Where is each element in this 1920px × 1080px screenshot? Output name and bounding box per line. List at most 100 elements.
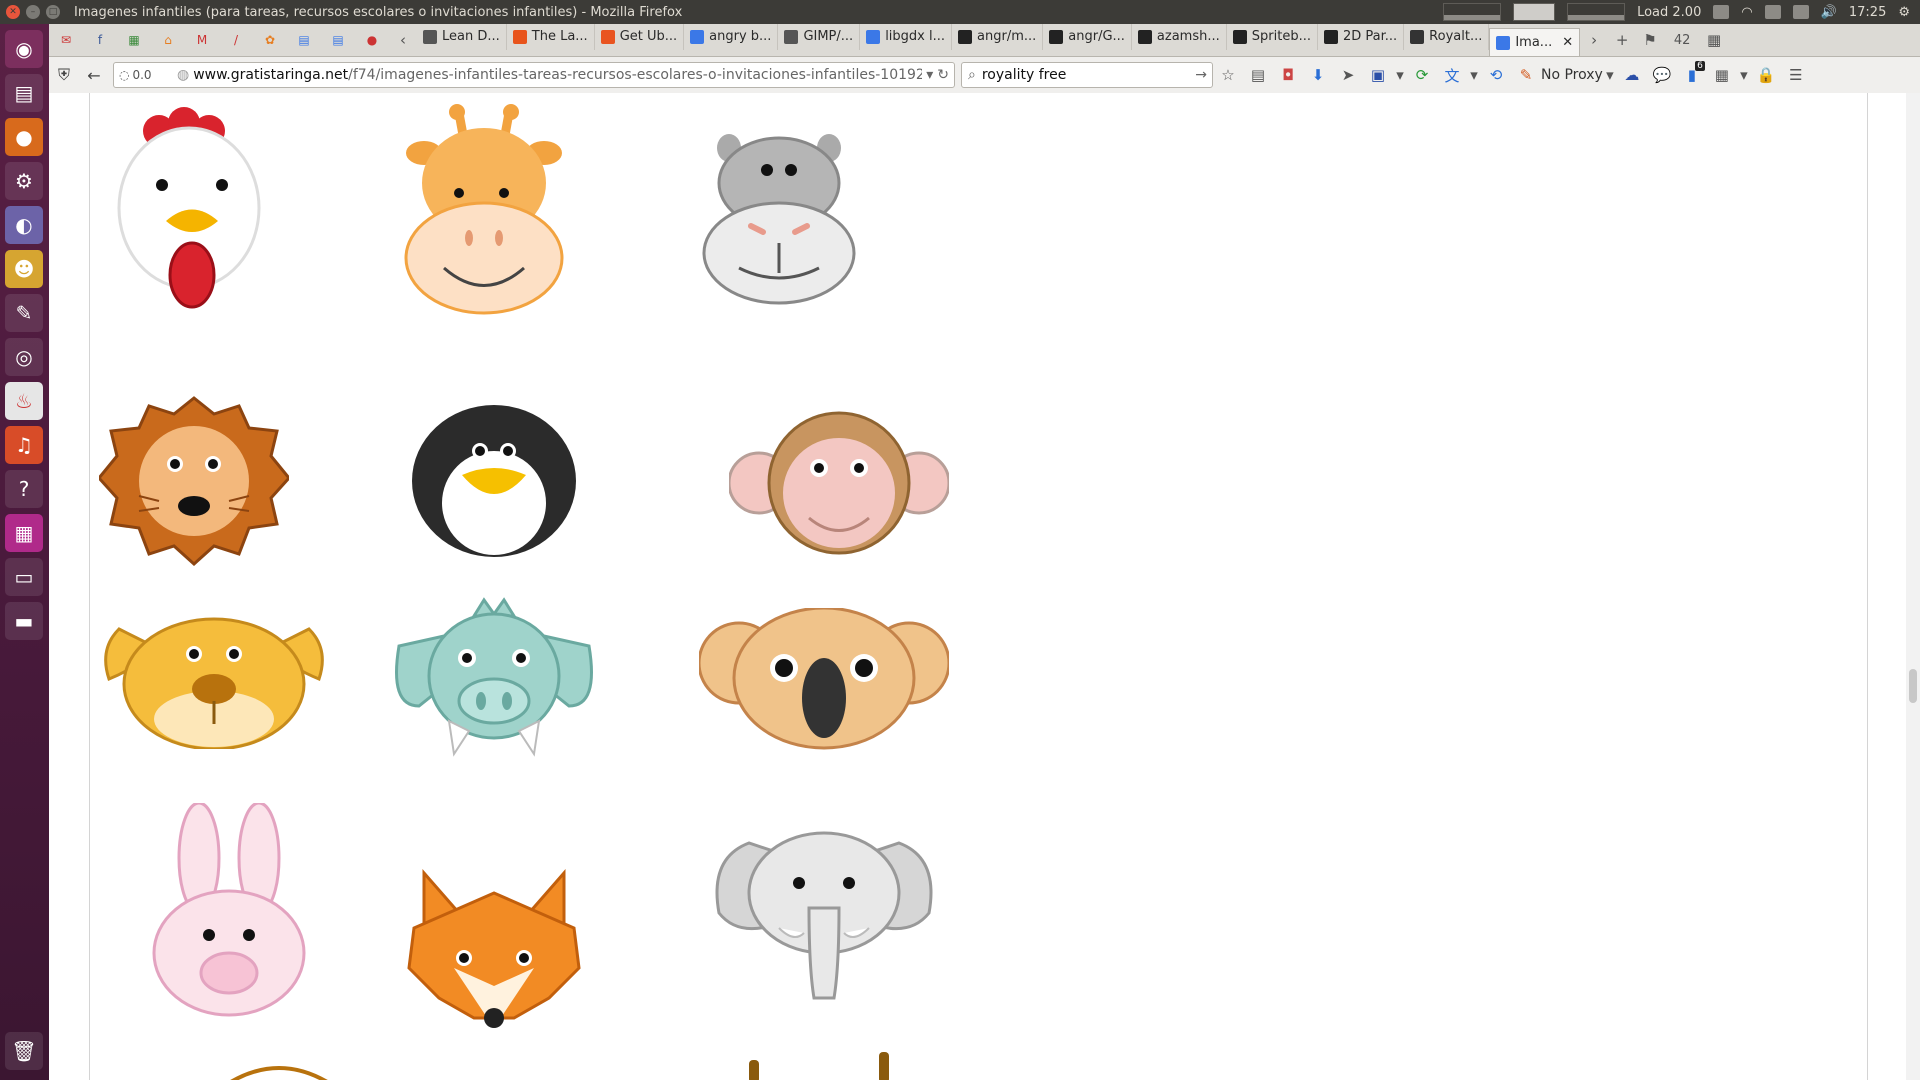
tab-favicon-icon (1232, 29, 1247, 44)
bookmark-star-icon[interactable]: ☆ (1213, 61, 1243, 89)
audio-icon[interactable]: ♫ (5, 426, 43, 464)
gimp-icon[interactable]: ✎ (5, 294, 43, 332)
new-tab-button[interactable]: + (1608, 31, 1636, 49)
workspace-switcher-icon[interactable]: ▦ (5, 514, 43, 552)
tab-6[interactable]: angr/m... (952, 24, 1044, 50)
tab-favicon-icon (1049, 29, 1064, 44)
koala-image (699, 608, 949, 750)
download-icon[interactable]: ⬇ (1303, 61, 1333, 89)
maximize-window-button[interactable]: □ (46, 5, 60, 19)
load-indicator[interactable]: Load 2.00 (1637, 5, 1701, 20)
java-icon[interactable]: ♨ (5, 382, 43, 420)
menu-icon[interactable]: ☰ (1781, 61, 1811, 89)
tab-0[interactable]: Lean D... (417, 24, 507, 50)
tab-7[interactable]: angr/G... (1043, 24, 1132, 50)
abp-icon[interactable]: ▣ (1363, 61, 1393, 89)
tab-scroll-left-icon[interactable]: ‹ (389, 31, 417, 49)
addon-cloud-icon[interactable]: ☁ (1617, 61, 1647, 89)
pinned-tab-docs[interactable]: ▤ (287, 27, 321, 53)
tab-1[interactable]: The La... (507, 24, 595, 50)
search-bar[interactable]: ⌕ royality free → (961, 62, 1213, 88)
pinned-tab-mega[interactable]: M (185, 27, 219, 53)
pinned-tab-dots[interactable]: ● (355, 27, 389, 53)
launcher: ◉ ▤ ● ⚙ ◐ ☻ ✎ ◎ ♨ ♫ ? ▦ ▭ ▬ 🗑 (0, 24, 49, 1080)
tab-label: Spriteb... (1251, 29, 1311, 44)
proxy-label[interactable]: No Proxy (1541, 67, 1603, 83)
back-button[interactable]: ← (79, 61, 109, 89)
url-bar[interactable]: ◌ 0.0 ◍ www.gratistaringa.net/f74/imagen… (113, 62, 955, 88)
firefox-icon[interactable]: ● (5, 118, 43, 156)
keyboard-layout-icon[interactable] (1764, 5, 1781, 19)
mail-icon[interactable] (1792, 5, 1809, 19)
volume-icon[interactable]: 🔊 (1821, 5, 1837, 20)
pinned-tab-photo[interactable]: ✿ (253, 27, 287, 53)
pinned-tab-gmail[interactable]: ✉ (49, 27, 83, 53)
wifi-icon[interactable]: ◠ (1741, 5, 1752, 20)
dog-image (104, 617, 324, 749)
drive-icon[interactable]: ▬ (5, 602, 43, 640)
chat-icon[interactable]: 💬 (1647, 61, 1677, 89)
notifications-icon[interactable]: ▮ 6 (1677, 61, 1707, 89)
system-settings-icon[interactable]: ⚙ (5, 162, 43, 200)
disk-icon[interactable]: ◎ (5, 338, 43, 376)
penguin-image (412, 405, 576, 557)
settings-gear-icon[interactable]: ⚙ (1898, 5, 1910, 20)
tab-2[interactable]: Get Ub... (595, 24, 685, 50)
tab-label: libgdx l... (885, 29, 946, 44)
tab-4[interactable]: GIMP/... (778, 24, 861, 50)
tab-list-icon[interactable]: ▦ (1700, 31, 1728, 49)
translate-icon[interactable]: 文 (1437, 61, 1467, 89)
pinned-tab-docs-2[interactable]: ▤ (321, 27, 355, 53)
help-icon[interactable]: ? (5, 470, 43, 508)
tab-5[interactable]: libgdx l... (860, 24, 953, 50)
close-window-button[interactable]: ✕ (6, 5, 20, 19)
tab-11[interactable]: Royalt... (1404, 24, 1490, 50)
search-input[interactable]: royality free (982, 67, 1195, 83)
pinned-tab-slash[interactable]: / (219, 27, 253, 53)
tab-12[interactable]: Ima... ✕ (1489, 27, 1581, 56)
search-go-icon[interactable]: → (1195, 67, 1207, 83)
tab-favicon-icon (958, 29, 973, 44)
reload-icon[interactable]: ↻ (937, 67, 949, 83)
abp-dropdown-icon[interactable]: ▾ (1393, 61, 1407, 89)
pocket-icon[interactable]: ◘ (1273, 61, 1303, 89)
minimize-window-button[interactable]: – (26, 5, 40, 19)
grid-icon[interactable]: ▦ (1707, 61, 1737, 89)
close-tab-icon[interactable]: ✕ (1562, 35, 1573, 50)
url-history-dropdown-icon[interactable]: ▾ (926, 67, 933, 83)
tab-3[interactable]: angry b... (684, 24, 779, 50)
grid-dropdown-icon[interactable]: ▾ (1737, 61, 1751, 89)
send-icon[interactable]: ➤ (1333, 61, 1363, 89)
memory-graph-icon (1513, 3, 1556, 21)
url-bar-identity[interactable]: ◌ 0.0 (114, 68, 173, 82)
browser-window: ✉ f ▦ ⌂ M / ✿ ▤ ▤ ● ‹ Lean D... The La...… (49, 24, 1920, 1080)
dash-icon[interactable]: ◉ (5, 30, 43, 68)
tab-group-icon[interactable]: ⚑ (1636, 31, 1664, 49)
battery-icon[interactable] (1713, 5, 1730, 19)
tab-9[interactable]: Spriteb... (1227, 24, 1318, 50)
terminal-icon[interactable]: ▭ (5, 558, 43, 596)
pinned-tab-feed[interactable]: ⌂ (151, 27, 185, 53)
page-scrollbar[interactable] (1906, 93, 1920, 1080)
pinned-tab-facebook[interactable]: f (83, 27, 117, 53)
pig-image (395, 597, 593, 757)
refresh-addon-icon[interactable]: ⟳ (1407, 61, 1437, 89)
translate-dropdown-icon[interactable]: ▾ (1467, 61, 1481, 89)
proxy-icon[interactable]: ✎ (1511, 61, 1541, 89)
tab-10[interactable]: 2D Par... (1318, 24, 1405, 50)
reading-list-icon[interactable]: ▤ (1243, 61, 1273, 89)
proxy-dropdown-icon[interactable]: ▾ (1603, 61, 1617, 89)
share-icon[interactable]: ⟲ (1481, 61, 1511, 89)
pinned-tab-sheets[interactable]: ▦ (117, 27, 151, 53)
eclipse-icon[interactable]: ◐ (5, 206, 43, 244)
game-icon[interactable]: ☻ (5, 250, 43, 288)
tab-scroll-right-icon[interactable]: › (1580, 31, 1608, 49)
trash-icon[interactable]: 🗑 (5, 1032, 43, 1070)
tab-8[interactable]: azamsh... (1132, 24, 1227, 50)
lock-addon-icon[interactable]: 🔒 (1751, 61, 1781, 89)
files-icon[interactable]: ▤ (5, 74, 43, 112)
url-text[interactable]: www.gratistaringa.net/f74/imagenes-infan… (193, 67, 922, 83)
scrollbar-thumb[interactable] (1909, 669, 1917, 703)
shield-icon[interactable]: ⛨ (49, 61, 79, 89)
clock[interactable]: 17:25 (1849, 5, 1886, 20)
